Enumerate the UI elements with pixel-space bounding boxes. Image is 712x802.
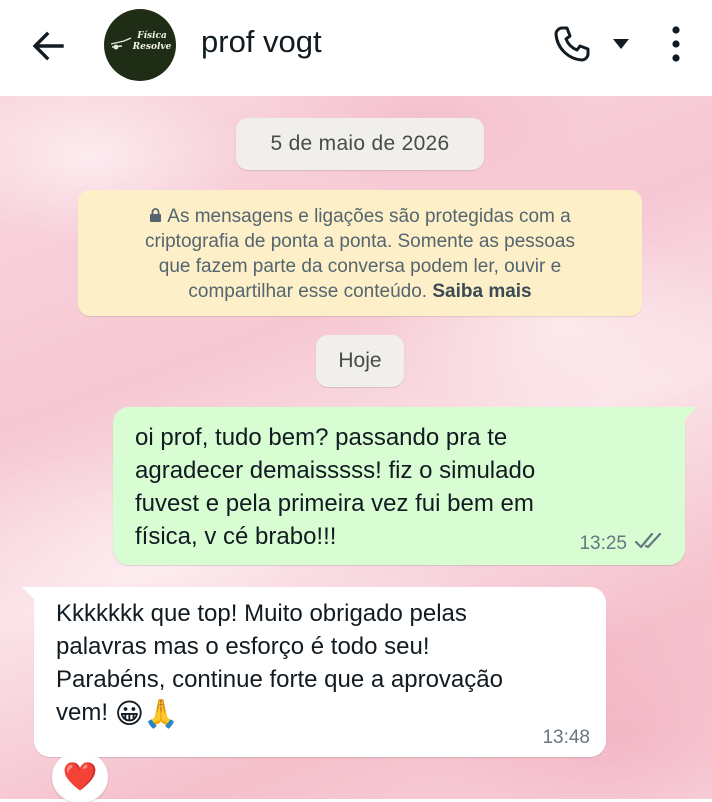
contact-avatar[interactable]: Física Resolve (104, 9, 176, 81)
caret-down-icon (613, 39, 629, 49)
message-line: Parabéns, continue forte que a aprovação (56, 666, 503, 693)
message-time: 13:25 (579, 533, 627, 554)
call-options-button[interactable] (611, 36, 631, 52)
bubble-tail (22, 587, 36, 601)
double-check-icon (635, 532, 662, 549)
folded-hands-emoji: 🙏 (143, 698, 179, 729)
grinning-face-emoji: 😀 (114, 698, 144, 729)
message-line: vem! 😀🙏 (56, 696, 596, 730)
date-separator: 5 de maio de 2026 (236, 118, 484, 170)
chat-header: Física Resolve prof vogt (0, 0, 712, 96)
message-line-text: vem! (56, 699, 109, 726)
message-line: oi prof, tudo bem? passando pra te (135, 424, 508, 451)
more-vertical-icon (672, 26, 680, 62)
call-button[interactable] (550, 22, 594, 66)
message-line: palavras mas o esforço é todo seu! (56, 633, 430, 660)
message-line: física, v cé brabo!!! (135, 523, 337, 550)
message-line: fuvest e pela primeira vez fui bem em (135, 490, 534, 517)
phone-icon (554, 26, 590, 62)
bubble-tail (683, 407, 697, 421)
notice-line: compartilhar esse conteúdo. Saiba mais (78, 279, 642, 304)
notice-line: As mensagens e ligações são protegidas c… (78, 204, 642, 229)
heart-reaction[interactable]: ❤️ (52, 752, 108, 802)
message-line: agradecer demaisssss! fiz o simulado (135, 457, 536, 484)
outgoing-message[interactable]: oi prof, tudo bem? passando pra te agrad… (113, 407, 697, 565)
avatar-logo-text: Física Resolve (129, 31, 175, 53)
learn-more-link[interactable]: Saiba mais (432, 281, 531, 302)
avatar-logo-line1: Física (137, 31, 167, 41)
today-separator: Hoje (316, 335, 404, 387)
message-text: Kkkkkkk que top! Muito obrigado pelas pa… (56, 597, 596, 730)
notice-line: que fazem parte da conversa podem ler, o… (158, 256, 562, 277)
contact-name[interactable]: prof vogt (201, 24, 322, 60)
back-button[interactable] (26, 24, 70, 68)
message-text: oi prof, tudo bem? passando pra te agrad… (135, 421, 655, 553)
message-time: 13:48 (542, 727, 590, 748)
lock-icon (150, 208, 162, 222)
notice-line: criptografia de ponta a ponta. Somente a… (145, 231, 575, 252)
arrow-left-icon (32, 31, 64, 61)
avatar-logo-line2: Resolve (132, 42, 172, 52)
notice-line-text: As mensagens e ligações são protegidas c… (167, 206, 571, 227)
encryption-notice[interactable]: As mensagens e ligações são protegidas c… (78, 190, 642, 316)
notice-line-text: compartilhar esse conteúdo. (188, 281, 428, 302)
message-line: Kkkkkkk que top! Muito obrigado pelas (56, 600, 467, 627)
more-options-button[interactable] (662, 22, 690, 68)
incoming-message[interactable]: Kkkkkkk que top! Muito obrigado pelas pa… (22, 587, 606, 757)
